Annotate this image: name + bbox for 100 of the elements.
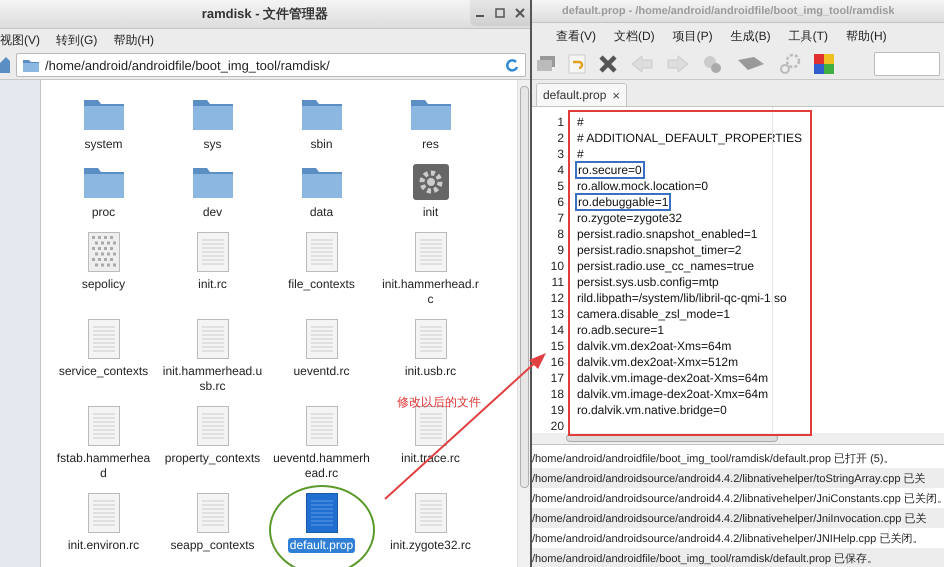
code-line: # bbox=[577, 147, 584, 161]
line-number: 15 bbox=[550, 338, 564, 354]
document-icon bbox=[196, 232, 228, 272]
file-name[interactable]: system bbox=[82, 137, 124, 152]
file-name[interactable]: init.rc bbox=[196, 277, 229, 292]
code-line: persist.sys.usb.config=mtp bbox=[577, 275, 719, 289]
forward-arrow-icon[interactable] bbox=[666, 54, 690, 74]
line-number: 17 bbox=[550, 370, 564, 386]
search-field[interactable] bbox=[874, 52, 940, 76]
code-line: dalvik.vm.dex2oat-Xms=64m bbox=[577, 339, 732, 353]
refresh-icon[interactable] bbox=[505, 58, 519, 72]
line-number: 6 bbox=[556, 194, 564, 210]
file-name[interactable]: default.prop bbox=[288, 538, 356, 553]
window-title: ramdisk - 文件管理器 bbox=[202, 5, 328, 23]
up-arrow-icon[interactable] bbox=[0, 55, 10, 75]
menu-item[interactable]: 生成(B) bbox=[730, 28, 771, 44]
editor-tab[interactable]: default.prop × bbox=[536, 83, 627, 106]
document-icon bbox=[306, 232, 338, 272]
code-line: # bbox=[577, 115, 584, 129]
code-line: ro.adb.secure=1 bbox=[577, 323, 664, 337]
file-name[interactable]: ueventd.rc bbox=[291, 364, 352, 379]
file-name[interactable]: file_contexts bbox=[286, 277, 357, 292]
file-name[interactable]: sys bbox=[202, 137, 224, 152]
file-name[interactable]: property_contexts bbox=[162, 451, 262, 466]
menu-item[interactable]: 文档(D) bbox=[614, 28, 655, 44]
file-name[interactable]: res bbox=[420, 137, 441, 152]
file-name[interactable]: init bbox=[420, 205, 440, 220]
document-icon bbox=[88, 493, 120, 533]
file-name[interactable]: sepolicy bbox=[80, 277, 128, 292]
document-icon bbox=[88, 319, 120, 359]
line-number: 7 bbox=[556, 210, 564, 226]
code-line: persist.radio.snapshot_timer=2 bbox=[577, 243, 742, 257]
path-text: /home/android/androidfile/boot_img_tool/ramdisk/ bbox=[45, 58, 331, 72]
menu-item[interactable]: 视图(V) bbox=[0, 32, 40, 48]
line-number: 14 bbox=[550, 322, 564, 338]
color-picker-icon[interactable] bbox=[814, 54, 834, 74]
tab-close-button[interactable]: × bbox=[612, 88, 620, 102]
menu-item[interactable]: 项目(P) bbox=[672, 28, 713, 44]
annotation-note: 修改以后的文件 bbox=[397, 394, 481, 411]
file-name[interactable]: init.environ.rc bbox=[66, 538, 142, 553]
file-name[interactable]: data bbox=[308, 205, 336, 220]
document-icon bbox=[196, 319, 228, 359]
line-number: 5 bbox=[556, 178, 564, 194]
line-number: 3 bbox=[556, 146, 564, 162]
code-line: # ADDITIONAL_DEFAULT_PROPERTIES bbox=[577, 131, 802, 145]
file-name[interactable]: seapp_contexts bbox=[168, 538, 257, 553]
menu-item[interactable]: 帮助(H) bbox=[846, 28, 887, 44]
line-number: 13 bbox=[550, 306, 564, 322]
file-name[interactable]: sbin bbox=[308, 137, 334, 152]
file-name[interactable]: fstab.hammerhead bbox=[52, 451, 156, 481]
checkered-file-icon bbox=[88, 232, 120, 272]
code-line: rild.libpath=/system/lib/libril-qc-qmi-1.so bbox=[577, 291, 787, 305]
line-number: 9 bbox=[556, 242, 564, 258]
file-name[interactable]: init.hammerhead.usb.rc bbox=[160, 364, 264, 394]
code-line: persist.radio.snapshot_enabled=1 bbox=[577, 227, 758, 241]
close-icon[interactable] bbox=[598, 54, 618, 74]
document-icon bbox=[414, 319, 446, 359]
window-title: default.prop - /home/android/androidfile/boot_img_tool/ramdisk bbox=[562, 5, 894, 17]
code-line: dalvik.vm.dex2oat-Xmx=512m bbox=[577, 355, 738, 369]
menu-item[interactable]: 帮助(H) bbox=[113, 32, 154, 48]
file-name[interactable]: service_contexts bbox=[56, 364, 150, 379]
line-number: 1 bbox=[556, 114, 564, 130]
file-name[interactable]: ueventd.hammerhead.rc bbox=[270, 451, 374, 481]
maximize-icon[interactable] bbox=[494, 7, 506, 19]
code-line: ro.allow.mock.location=0 bbox=[577, 179, 708, 193]
document-icon bbox=[306, 493, 338, 533]
code-line: persist.radio.use_cc_names=true bbox=[577, 259, 754, 273]
file-name[interactable]: init.hammerhead.rc bbox=[378, 277, 482, 307]
line-number: 20 bbox=[550, 418, 564, 434]
document-icon bbox=[414, 232, 446, 272]
close-icon[interactable] bbox=[514, 7, 526, 19]
gears-icon[interactable] bbox=[778, 53, 802, 75]
document-icon bbox=[196, 493, 228, 533]
code-line: dalvik.vm.image-dex2oat-Xmx=64m bbox=[577, 387, 768, 401]
line-number: 11 bbox=[550, 274, 564, 290]
scrollbar-thumb[interactable] bbox=[520, 86, 528, 488]
line-number: 18 bbox=[550, 386, 564, 402]
document-icon bbox=[196, 406, 228, 446]
folder-icon bbox=[23, 58, 39, 72]
address-field[interactable]: /home/android/androidfile/boot_img_tool/ramdisk/ bbox=[16, 53, 526, 77]
windows-icon[interactable] bbox=[536, 55, 556, 73]
code-line: camera.disable_zsl_mode=1 bbox=[577, 307, 730, 321]
file-name[interactable]: proc bbox=[90, 205, 118, 220]
line-number: 19 bbox=[550, 402, 564, 418]
line-number: 4 bbox=[556, 162, 564, 178]
gear-icon bbox=[412, 164, 448, 200]
file-name[interactable]: dev bbox=[200, 205, 224, 220]
menu-item[interactable]: 查看(V) bbox=[556, 28, 596, 44]
line-number: 12 bbox=[550, 290, 564, 306]
menu-item[interactable]: 工具(T) bbox=[788, 28, 828, 44]
line-number: 8 bbox=[556, 226, 564, 242]
document-icon bbox=[88, 406, 120, 446]
file-name[interactable]: init.usb.rc bbox=[402, 364, 458, 379]
menu-item[interactable]: 转到(G) bbox=[56, 32, 98, 48]
line-number: 2 bbox=[556, 130, 564, 146]
back-arrow-icon[interactable] bbox=[630, 54, 654, 74]
document-icon bbox=[414, 406, 446, 446]
code-line: ro.dalvik.vm.native.bridge=0 bbox=[577, 403, 727, 417]
undo-icon[interactable] bbox=[568, 54, 586, 74]
file-name[interactable]: init.zygote32.rc bbox=[388, 538, 473, 553]
